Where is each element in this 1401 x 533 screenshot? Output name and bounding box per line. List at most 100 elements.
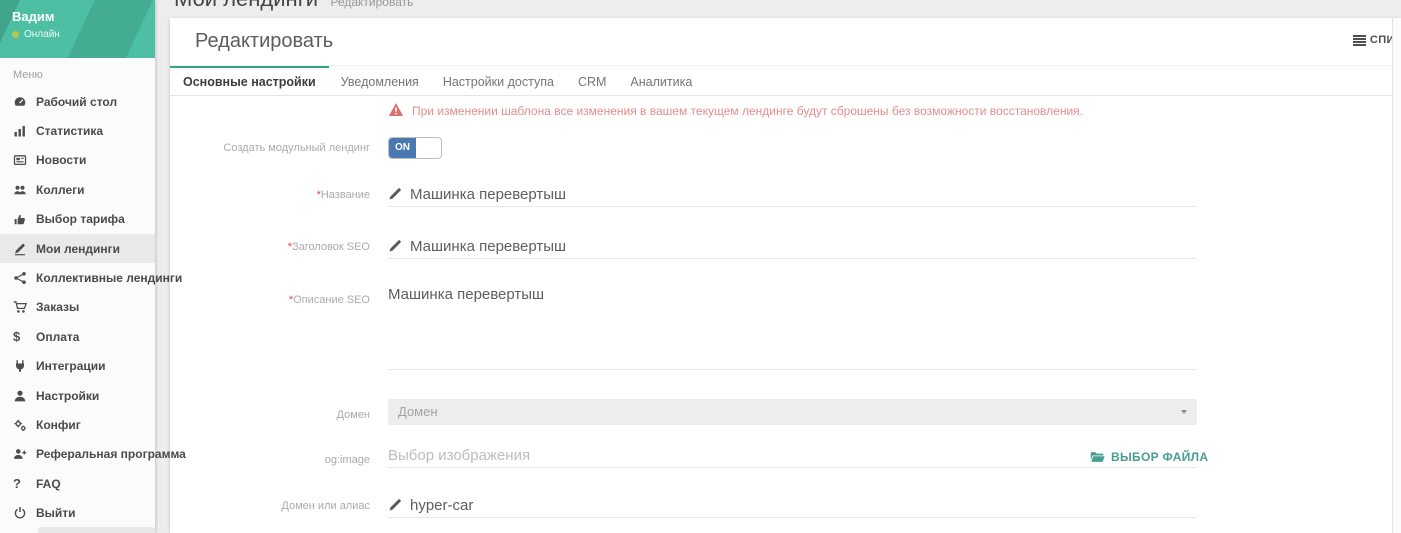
sidebar-item-label: Новости: [36, 153, 86, 167]
seo-title-field-wrap: [388, 235, 1197, 259]
sidebar-item-orders[interactable]: Заказы: [0, 293, 155, 322]
alias-label: Домен или алиас: [170, 500, 370, 512]
name-input[interactable]: [388, 183, 1197, 207]
sidebar-item-label: Рабочий стол: [36, 95, 117, 109]
profile-status-label: Онлайн: [24, 29, 60, 40]
card-header: Редактировать список: [170, 18, 1401, 65]
domain-label: Домен: [170, 409, 370, 421]
sidebar-item-statistics[interactable]: Статистика: [0, 116, 155, 145]
seo-description-label: *Описание SEO: [170, 294, 370, 306]
sidebar-item-label: Мои лендинги: [36, 242, 120, 256]
profile-name: Вадим: [12, 9, 143, 24]
page-title: Мои лендинги: [174, 0, 318, 11]
sidebar-item-config[interactable]: Конфиг: [0, 410, 155, 439]
sidebar-item-colleagues[interactable]: Коллеги: [0, 175, 155, 204]
folder-open-icon: [1090, 451, 1105, 463]
seo-description-field-wrap: Машинка перевертыш: [388, 286, 1197, 375]
seo-description-textarea[interactable]: Машинка перевертыш: [388, 286, 1197, 370]
sidebar-item-dashboard[interactable]: Рабочий стол: [0, 87, 155, 116]
og-image-field-wrap: [388, 444, 1197, 468]
sidebar-item-label: Оплата: [36, 330, 79, 344]
thumbs-up-icon: [13, 212, 36, 226]
alias-field-wrap: [388, 494, 1197, 518]
dollar-icon: $: [13, 329, 36, 344]
sidebar-item-collective-landings[interactable]: Коллективные лендинги: [0, 263, 155, 292]
sidebar-item-payment[interactable]: $ Оплата: [0, 322, 155, 351]
tab-notifications[interactable]: Уведомления: [329, 66, 431, 95]
pencil-icon: [388, 187, 402, 206]
sidebar-item-label: Выбор тарифа: [36, 212, 125, 226]
warning-triangle-icon: [388, 102, 404, 117]
sidebar-item-referral[interactable]: Реферальная программа: [0, 440, 155, 469]
main-settings-form: При изменении шаблона все изменения в ва…: [170, 96, 1401, 533]
sidebar-item-faq[interactable]: ? FAQ: [0, 469, 155, 498]
alias-input[interactable]: [388, 494, 1197, 518]
pen-icon: [13, 242, 36, 256]
stats-icon: [13, 124, 36, 138]
sidebar-item-label: Выйти: [36, 506, 76, 520]
sidebar-item-logout[interactable]: Выйти: [0, 498, 155, 527]
user-plus-icon: [13, 447, 36, 461]
user-icon: [13, 389, 36, 403]
sidebar-item-label: Коллективные лендинги: [36, 271, 182, 285]
og-image-input[interactable]: [388, 444, 1197, 468]
sidebar-item-label: Коллеги: [36, 183, 85, 197]
vertical-scrollbar[interactable]: [1392, 18, 1401, 533]
question-icon: ?: [13, 476, 36, 491]
online-status-dot: [12, 31, 19, 38]
page-heading: Мои лендинги Редактировать: [174, 0, 413, 12]
profile-status: Онлайн: [12, 29, 143, 40]
sidebar-item-tariff[interactable]: Выбор тарифа: [0, 205, 155, 234]
users-icon: [13, 183, 36, 197]
choose-file-label: Выбор файла: [1111, 450, 1208, 464]
domain-field-wrap: Домен: [388, 399, 1197, 425]
main-content: Мои лендинги Редактировать Редактировать…: [155, 0, 1401, 533]
domain-select[interactable]: Домен: [388, 399, 1197, 425]
warning-text: При изменении шаблона все изменения в ва…: [412, 102, 1083, 118]
plug-icon: [13, 359, 36, 373]
sidebar: Вадим Онлайн Меню Рабочий стол Статистик…: [0, 0, 155, 533]
og-image-label: og:image: [170, 454, 370, 466]
sidebar-item-label: Настройки: [36, 389, 99, 403]
pencil-icon: [388, 498, 402, 517]
page-subtitle: Редактировать: [330, 0, 413, 9]
template-warning: При изменении шаблона все изменения в ва…: [388, 102, 1083, 118]
choose-file-button[interactable]: Выбор файла: [1090, 450, 1208, 464]
name-label: *Название: [170, 189, 370, 201]
menu-section-label: Меню: [0, 58, 155, 87]
name-field-wrap: [388, 183, 1197, 207]
sidebar-item-news[interactable]: Новости: [0, 146, 155, 175]
tab-bar: Основные настройки Уведомления Настройки…: [170, 65, 1401, 96]
sidebar-item-label: Реферальная программа: [36, 447, 186, 461]
tab-crm[interactable]: CRM: [566, 66, 618, 95]
list-icon: [1353, 35, 1366, 46]
sidebar-item-label: Статистика: [36, 124, 103, 138]
seo-title-label: *Заголовок SEO: [170, 241, 370, 253]
domain-select-value: Домен: [398, 404, 438, 419]
sidebar-item-label: Конфиг: [36, 418, 81, 432]
sidebar-item-integrations[interactable]: Интеграции: [0, 352, 155, 381]
tab-main-settings[interactable]: Основные настройки: [170, 66, 329, 95]
module-toggle-label: Создать модульный лендинг: [170, 142, 370, 154]
seo-title-input[interactable]: [388, 235, 1197, 259]
sidebar-item-label: Интеграции: [36, 359, 106, 373]
pencil-icon: [388, 239, 402, 258]
tab-analytics[interactable]: Аналитика: [618, 66, 704, 95]
gears-icon: [13, 418, 36, 432]
sidebar-footer-block: [38, 527, 155, 533]
sidebar-item-label: Заказы: [36, 300, 79, 314]
share-icon: [13, 271, 36, 285]
card-title: Редактировать: [195, 30, 333, 53]
module-toggle[interactable]: ON: [388, 137, 442, 159]
sidebar-item-label: FAQ: [36, 477, 61, 491]
dashboard-icon: [13, 95, 36, 109]
power-icon: [13, 506, 36, 520]
sidebar-item-my-landings[interactable]: Мои лендинги: [0, 234, 155, 263]
cart-icon: [13, 300, 36, 314]
edit-card: Редактировать список Основные настройки …: [170, 18, 1401, 533]
caret-down-icon: [1181, 410, 1187, 414]
tab-access-settings[interactable]: Настройки доступа: [431, 66, 566, 95]
news-icon: [13, 153, 36, 167]
toggle-on-segment: ON: [389, 138, 416, 158]
sidebar-item-settings[interactable]: Настройки: [0, 381, 155, 410]
